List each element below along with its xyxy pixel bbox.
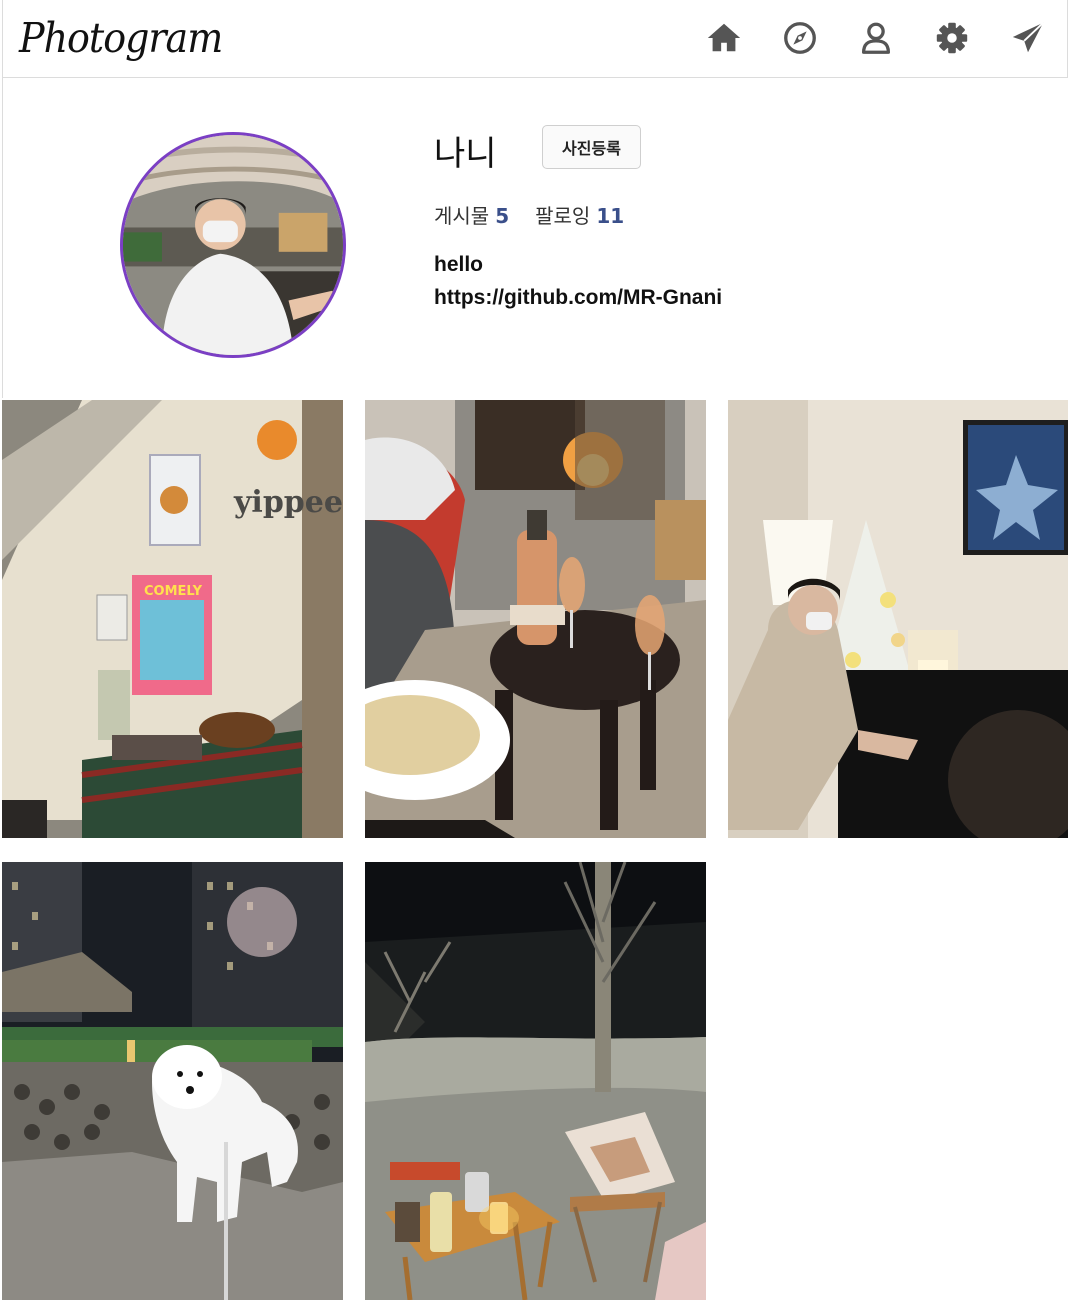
nav-icons: [705, 18, 1047, 58]
camping-night-photo: [365, 862, 706, 1300]
nav-home-button[interactable]: [705, 18, 743, 58]
white-dog-night-photo: [2, 862, 343, 1300]
profile-bio: hello https://github.com/MR-Gnani: [434, 248, 722, 314]
following-label: 팔로잉: [535, 204, 591, 228]
avatar-photo: [123, 135, 343, 355]
nav-profile-button[interactable]: [857, 18, 895, 58]
svg-text:COMELY: COMELY: [144, 584, 203, 599]
posts-stat[interactable]: 게시물 5: [434, 200, 509, 229]
compass-icon: [784, 22, 816, 54]
following-stat[interactable]: 팔로잉 11: [535, 200, 624, 229]
following-count: 11: [596, 204, 625, 228]
upload-photo-button[interactable]: 사진등록: [542, 125, 641, 169]
nav-settings-button[interactable]: [933, 18, 971, 58]
user-icon: [861, 22, 891, 54]
posts-count: 5: [495, 204, 510, 228]
nav-direct-button[interactable]: [1009, 18, 1047, 58]
fireplace-wine-photo: [365, 400, 706, 838]
profile-avatar[interactable]: [120, 132, 346, 358]
photo-tile-1[interactable]: yippee COMELY: [2, 400, 343, 838]
profile-stats: 게시물 5 팔로잉 11: [434, 200, 624, 229]
posts-label: 게시물: [434, 204, 490, 228]
gear-icon: [936, 22, 968, 54]
svg-text:yippee: yippee: [233, 485, 343, 520]
photo-tile-5[interactable]: [365, 862, 706, 1300]
top-navbar: Photogram: [2, 0, 1068, 78]
paper-plane-icon: [1012, 22, 1044, 53]
photo-tile-3[interactable]: [728, 400, 1068, 838]
bio-link[interactable]: https://github.com/MR-Gnani: [434, 281, 722, 314]
bio-text: hello: [434, 253, 484, 276]
photo-tile-2[interactable]: [365, 400, 706, 838]
app-logo[interactable]: Photogram: [19, 6, 223, 71]
photo-tile-4[interactable]: [2, 862, 343, 1300]
cafe-wall-photo: yippee COMELY: [2, 400, 343, 838]
profile-username: 나니: [434, 134, 497, 174]
nav-explore-button[interactable]: [781, 18, 819, 58]
home-icon: [707, 23, 741, 52]
piano-christmas-photo: [728, 400, 1068, 838]
page-left-border: [2, 78, 3, 398]
